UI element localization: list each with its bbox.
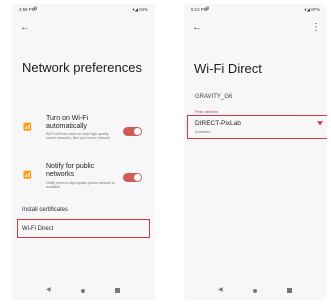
install-certificates-item[interactable]: Install certificates <box>22 207 68 213</box>
overflow-menu-icon[interactable]: ⋮ <box>311 22 321 33</box>
network-preferences-screen: 4:58 PM ⚙ ▾◢ 94% ← Network preferences 📶… <box>12 4 155 300</box>
pref-title: Turn on Wi-Fi automatically <box>46 115 89 130</box>
nav-back-icon[interactable]: ◀ <box>218 286 223 293</box>
page-title: Network preferences <box>22 60 142 75</box>
nav-back-icon[interactable]: ◀ <box>46 286 51 293</box>
pref-description: Notify when a high-quality public networ… <box>46 181 115 190</box>
status-indicators: ▾◢ 94% <box>132 7 148 12</box>
toggle-knob <box>134 128 141 135</box>
nav-recents-icon[interactable] <box>115 288 120 293</box>
nav-home-icon[interactable] <box>81 289 85 293</box>
pref-description: Wi-Fi will turn back on near high-qualit… <box>46 132 110 141</box>
status-bar: 5:10 PM ⚙ ▾◢ 87% <box>184 4 327 16</box>
pref-wifi-auto[interactable]: 📶 Turn on Wi-Fi automatically Wi-Fi will… <box>12 112 155 152</box>
settings-gear-icon: ⚙ <box>33 6 38 12</box>
pref-title: Notify for public networks <box>46 163 95 178</box>
peer-device-highlight <box>187 115 327 139</box>
nav-bar: ◀ <box>12 282 155 300</box>
wifi-direct-screen: 5:10 PM ⚙ ▾◢ 87% ← ⋮ Wi-Fi Direct GRAVIT… <box>184 4 327 300</box>
wifi-direct-highlight <box>17 219 150 238</box>
peer-devices-label: Peer devices <box>195 109 219 114</box>
status-bar: 4:58 PM ⚙ ▾◢ 94% <box>12 4 155 16</box>
this-device-name[interactable]: GRAVITY_G6 <box>195 94 232 100</box>
toggle-knob <box>134 174 141 181</box>
wifi-auto-toggle[interactable] <box>123 127 142 136</box>
pref-public-network-notify[interactable]: 📶 Notify for public networks Notify when… <box>12 161 155 197</box>
wifi-notify-icon: 📶 <box>23 172 32 179</box>
page-title: Wi-Fi Direct <box>194 61 262 76</box>
back-arrow-icon[interactable]: ← <box>192 23 202 33</box>
wifi-auto-icon: 📶 <box>23 124 32 131</box>
nav-bar: ◀ <box>184 282 327 300</box>
settings-gear-icon: ⚙ <box>205 6 210 12</box>
nav-home-icon[interactable] <box>253 289 257 293</box>
public-notify-toggle[interactable] <box>123 173 142 182</box>
status-indicators: ▾◢ 87% <box>304 7 320 12</box>
nav-recents-icon[interactable] <box>287 288 292 293</box>
back-arrow-icon[interactable]: ← <box>20 23 30 33</box>
